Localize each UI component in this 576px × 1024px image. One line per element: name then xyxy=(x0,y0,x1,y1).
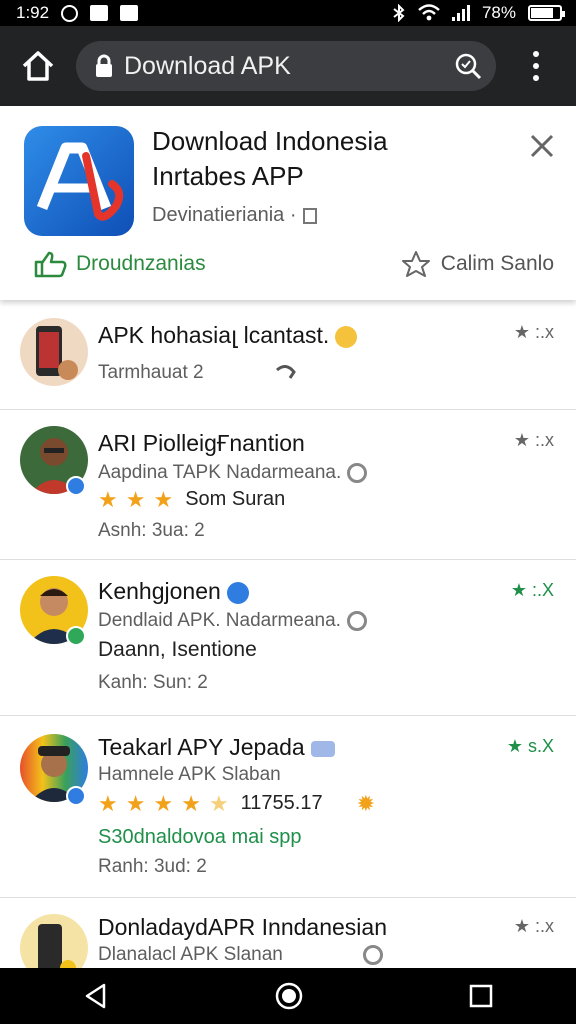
list-item[interactable]: DonladaydAPR Inndanesian Dlanalacl APK S… xyxy=(0,898,576,968)
item-price: S30dnaldovoa mai spp xyxy=(98,826,302,848)
app-icon[interactable] xyxy=(24,126,134,236)
developer-badge-icon xyxy=(302,207,317,224)
gear-icon xyxy=(362,944,383,965)
star-rating: ★ ★ ★ ★ ★ 11755.17 ✹ xyxy=(98,792,375,815)
star-icon: ★ xyxy=(153,790,174,816)
verified-badge-icon xyxy=(226,581,249,604)
list-item[interactable]: ARI PiolleigҒnantion Aapdina TAPK Nadarm… xyxy=(0,410,576,560)
signal-icon xyxy=(451,5,470,21)
rating-text: 11755.17 xyxy=(240,792,323,814)
star-icon: ★ xyxy=(153,486,174,512)
recents-icon[interactable] xyxy=(468,983,494,1009)
refresh-icon xyxy=(275,364,296,379)
url-bar[interactable]: Download APK xyxy=(76,41,496,91)
more-vert-icon xyxy=(533,51,539,57)
more-options-button[interactable] xyxy=(496,26,576,106)
gear-icon xyxy=(346,610,367,631)
smiley-icon xyxy=(335,325,358,348)
lock-icon xyxy=(96,54,112,77)
item-subtitle: Dendlaid APK. Nadarmeana. xyxy=(98,610,367,632)
item-meta: Kanh: Sun: 2 xyxy=(98,672,208,693)
browser-toolbar: Download APK xyxy=(0,26,576,106)
app-notification-icon xyxy=(90,5,109,21)
app-list: APK hohasiaլ lcantast. Tarmhauat 2 ★ :.x… xyxy=(0,300,576,968)
item-meta: Asnh: 3ua: 2 xyxy=(98,520,205,541)
search-icon[interactable] xyxy=(454,52,482,80)
home-icon xyxy=(22,51,54,81)
rate-label: Droudnzanias xyxy=(76,252,206,275)
item-rating: ★ :.X xyxy=(510,580,554,600)
bluetooth-icon xyxy=(393,4,405,22)
wifi-icon xyxy=(418,4,440,21)
verified-icon xyxy=(66,476,86,496)
avatar xyxy=(20,318,88,386)
image-notification-icon xyxy=(120,5,139,21)
battery-percent: 78% xyxy=(481,3,516,22)
star-rating: ★ ★ ★ Som Suran xyxy=(98,488,285,511)
item-rating: ★ :.x xyxy=(513,916,554,936)
item-title: ARI PiolleigҒnantion xyxy=(98,430,305,456)
developer-name: Devinatieriania · xyxy=(152,204,297,226)
gear-icon xyxy=(347,462,368,483)
home-button[interactable] xyxy=(0,26,76,106)
home-circle-icon[interactable] xyxy=(274,981,304,1011)
rating-text: Som Suran xyxy=(185,488,286,510)
star-icon: ★ xyxy=(98,486,118,512)
item-subtitle: Hamnele APK Slaban xyxy=(98,764,281,785)
avatar xyxy=(20,914,88,968)
url-text: Download APK xyxy=(124,51,291,80)
system-nav-bar xyxy=(0,968,576,1024)
badge-icon: ✹ xyxy=(356,790,376,816)
star-icon: ★ xyxy=(98,790,118,816)
item-title: APK hohasiaլ lcantast. xyxy=(98,322,358,349)
app-banner: Download Indonesia Inrtabes APP Devinati… xyxy=(0,106,576,300)
item-rating: ★ :.x xyxy=(513,430,554,450)
verified-icon xyxy=(66,786,86,806)
thumbs-up-icon xyxy=(34,251,67,278)
item-rating: ★ :.x xyxy=(513,322,554,342)
app-logo-icon xyxy=(36,142,124,221)
item-subtitle: Dlanalacl APK Slanan xyxy=(98,944,383,966)
save-button[interactable]: Calim Sanlo xyxy=(401,250,554,278)
star-icon: ★ xyxy=(181,790,201,816)
status-time: 1:92 xyxy=(16,3,50,22)
item-rating: ★ s.X xyxy=(506,736,554,756)
status-bar: 1:92 78% xyxy=(0,0,576,26)
star-half-icon: ★ xyxy=(208,790,229,816)
item-title: Kenhgjonen xyxy=(98,578,249,605)
rate-button[interactable]: Droudnzanias xyxy=(34,250,206,278)
verified-icon xyxy=(66,626,86,646)
battery-icon xyxy=(528,5,565,21)
item-title: Teakarl APY Jepada xyxy=(98,734,335,761)
star-outline-icon xyxy=(401,251,430,277)
item-meta: Ranh: 3ud: 2 xyxy=(98,856,207,877)
star-icon: ★ xyxy=(125,790,146,816)
save-label: Calim Sanlo xyxy=(440,252,554,275)
star-icon: ★ xyxy=(125,486,146,512)
like-icon xyxy=(310,740,335,757)
item-title: DonladaydAPR Inndanesian xyxy=(98,914,387,940)
back-icon[interactable] xyxy=(82,982,110,1010)
app-developer: Devinatieriania · xyxy=(152,204,317,227)
item-subtitle: Tarmhauat 2 xyxy=(98,362,298,384)
list-item[interactable]: Teakarl APY Jepada Hamnele APK Slaban ★ … xyxy=(0,716,576,898)
item-subtitle: Aapdina TAPK Nadarmeana. xyxy=(98,462,368,484)
item-description: Daann, Isentione xyxy=(98,638,257,661)
close-icon[interactable] xyxy=(526,130,558,162)
list-item[interactable]: APK hohasiaլ lcantast. Tarmhauat 2 ★ :.x xyxy=(0,300,576,410)
app-title: Download Indonesia Inrtabes APP xyxy=(152,126,388,191)
list-item[interactable]: Kenhgjonen Dendlaid APK. Nadarmeana. Daa… xyxy=(0,560,576,716)
notification-icon xyxy=(61,4,79,22)
